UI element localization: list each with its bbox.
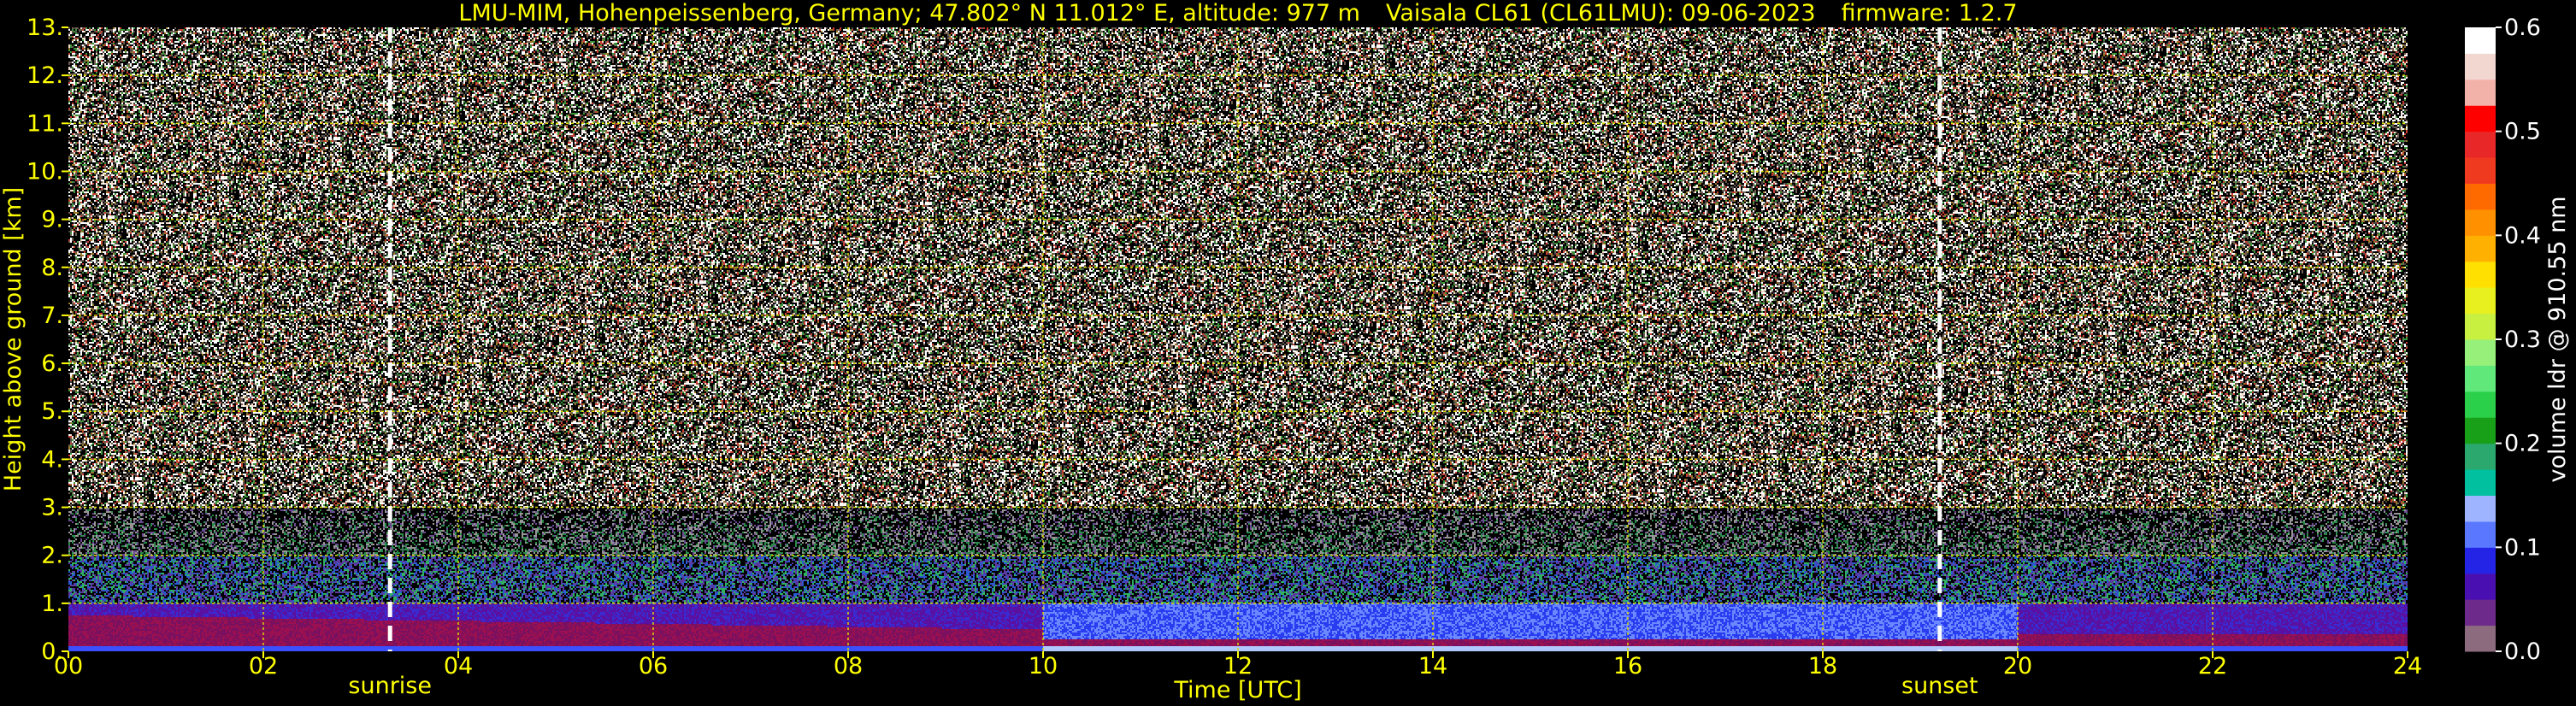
- plot-area: sunrise sunset: [68, 27, 2408, 699]
- colorbar-segment: [2465, 157, 2496, 184]
- x-tick-label: 16: [1613, 653, 1642, 680]
- event-label-sunrise: sunrise: [348, 673, 432, 699]
- title-firmware: firmware: 1.2.7: [1842, 0, 2018, 26]
- x-tick-label: 08: [834, 653, 863, 680]
- y-tick-label: 2.: [41, 543, 63, 569]
- x-tick-label: 10: [1029, 653, 1058, 680]
- colorbar-tick-label: 0.3: [2504, 327, 2541, 353]
- chart-title: LMU-MIM, Hohenpeissenberg, Germany; 47.8…: [458, 0, 2017, 26]
- ldr-time-height-chart: LMU-MIM, Hohenpeissenberg, Germany; 47.8…: [0, 0, 2576, 706]
- x-tick-label: 12: [1223, 653, 1253, 680]
- colorbar: [2465, 27, 2496, 652]
- colorbar-segment: [2465, 105, 2496, 132]
- x-tick-label: 06: [639, 653, 668, 680]
- colorbar-segment: [2465, 79, 2496, 106]
- y-tick-label: 10.: [27, 158, 63, 185]
- y-tick-label: 1.: [41, 591, 63, 617]
- colorbar-segment: [2465, 547, 2496, 574]
- colorbar-segment: [2465, 495, 2496, 522]
- colorbar-tick-label: 0.0: [2504, 638, 2541, 665]
- colorbar-segment: [2465, 443, 2496, 470]
- x-tick-label: 04: [444, 653, 473, 680]
- event-label-sunset: sunset: [1901, 673, 1978, 699]
- x-tick-label: 22: [2198, 653, 2227, 680]
- title-site: LMU-MIM, Hohenpeissenberg, Germany; 47.8…: [458, 0, 1360, 26]
- y-tick-label: 9.: [41, 207, 63, 233]
- colorbar-segment: [2465, 599, 2496, 627]
- x-tick-label: 02: [249, 653, 278, 680]
- colorbar-segment: [2465, 469, 2496, 496]
- colorbar-segment: [2465, 235, 2496, 262]
- y-tick-label: 12.: [27, 62, 63, 89]
- colorbar-segment: [2465, 521, 2496, 548]
- colorbar-segment: [2465, 365, 2496, 392]
- colorbar-segment: [2465, 131, 2496, 158]
- colorbar-tick-label: 0.4: [2504, 222, 2541, 249]
- colorbar-tick-label: 0.5: [2504, 119, 2541, 145]
- colorbar-tick-label: 0.6: [2504, 15, 2541, 41]
- x-tick-label: 18: [1808, 653, 1837, 680]
- colorbar-segment: [2465, 209, 2496, 236]
- colorbar-segment: [2465, 183, 2496, 210]
- colorbar-segment: [2465, 53, 2496, 80]
- colorbar-segment: [2465, 261, 2496, 288]
- colorbar-segment: [2465, 287, 2496, 315]
- y-tick-label: 3.: [41, 495, 63, 521]
- x-tick-label: 24: [2393, 653, 2422, 680]
- x-tick-label: 20: [2003, 653, 2032, 680]
- colorbar-segment: [2465, 339, 2496, 366]
- y-tick-label: 7.: [41, 303, 63, 329]
- colorbar-label: volume ldr @ 910.55 nm: [2544, 197, 2571, 483]
- title-instrument: Vaisala CL61 (CL61LMU): 09-06-2023: [1386, 0, 1816, 26]
- y-tick-label: 13.: [27, 15, 63, 41]
- y-tick-label: 11.: [27, 110, 63, 137]
- colorbar-segment: [2465, 573, 2496, 600]
- colorbar-segment: [2465, 391, 2496, 418]
- colorbar-tick-label: 0.1: [2504, 534, 2541, 561]
- x-tick-label: 14: [1418, 653, 1447, 680]
- colorbar-segment: [2465, 27, 2496, 54]
- y-tick-label: 6.: [41, 350, 63, 377]
- y-tick-label: 5.: [41, 398, 63, 425]
- x-axis-label: Time [UTC]: [1173, 677, 1301, 703]
- colorbar-segment: [2465, 313, 2496, 340]
- colorbar-segment: [2465, 625, 2496, 652]
- colorbar-tick-label: 0.2: [2504, 431, 2541, 457]
- y-tick-label: 4.: [41, 446, 63, 473]
- colorbar-segment: [2465, 417, 2496, 444]
- y-tick-label: 8.: [41, 255, 63, 281]
- y-tick-label: 0.: [41, 638, 63, 665]
- y-axis-label: Height above ground [km]: [0, 187, 27, 491]
